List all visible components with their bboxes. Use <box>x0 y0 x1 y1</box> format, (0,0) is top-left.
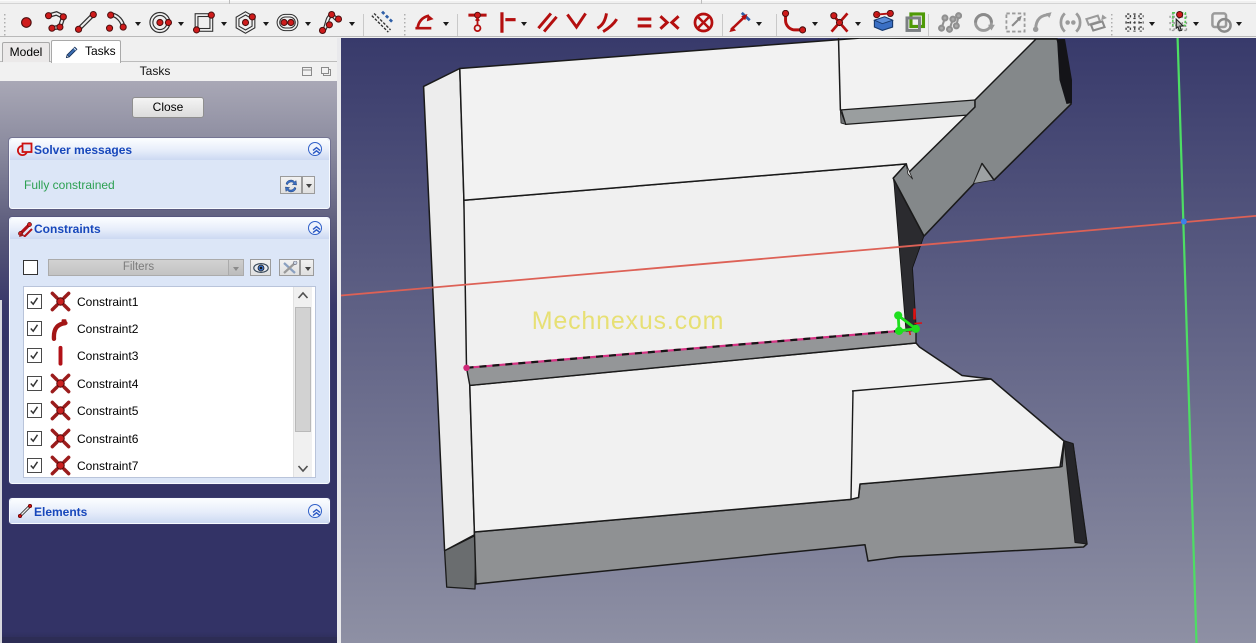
svg-text:Mechnexus.com: Mechnexus.com <box>532 307 724 335</box>
